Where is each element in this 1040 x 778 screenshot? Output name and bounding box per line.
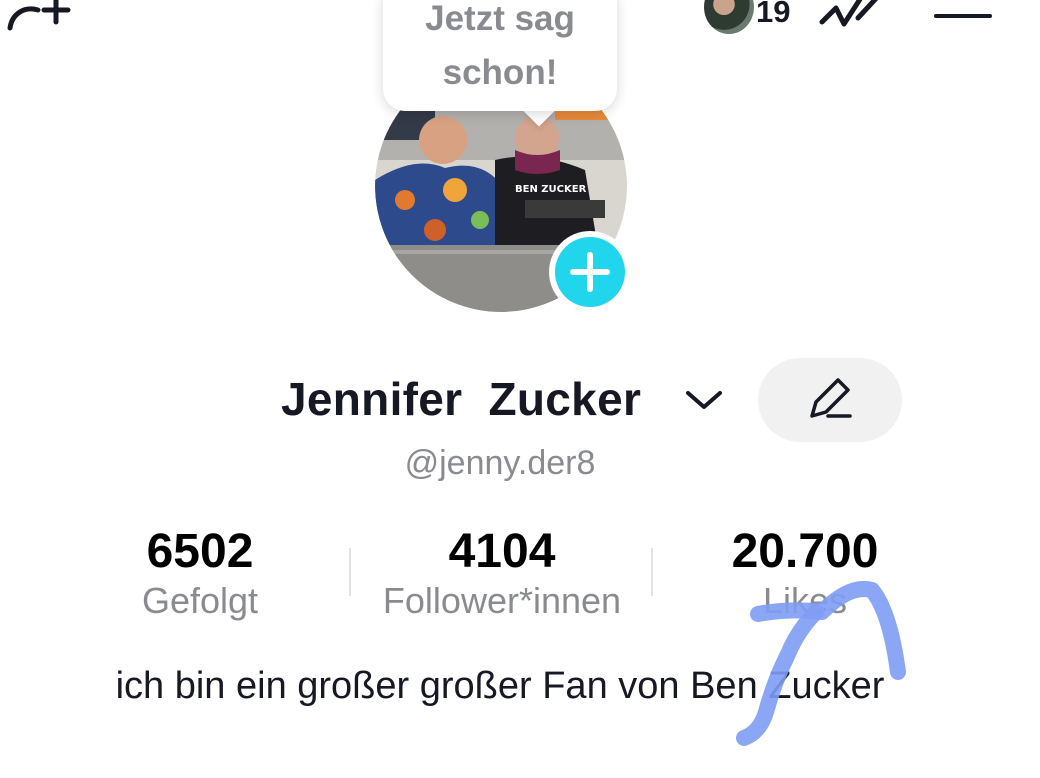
followers-label[interactable]: Follower*innen xyxy=(352,580,652,622)
profile-bio: ich bin ein großer großer Fan von Ben Zu… xyxy=(115,665,885,707)
likes-count[interactable]: 20.700 xyxy=(680,524,930,579)
plus-icon xyxy=(555,237,625,307)
username-handle: @jenny.der8 xyxy=(404,444,596,482)
add-story-button[interactable] xyxy=(549,231,631,313)
stat-divider xyxy=(651,548,653,596)
svg-text:BEN ZUCKER: BEN ZUCKER xyxy=(515,184,587,195)
tooltip-bubble: Jetzt sag schon! xyxy=(383,0,617,111)
tooltip-text: Jetzt sag schon! xyxy=(425,0,575,92)
avatar[interactable] xyxy=(704,0,754,34)
notification-count: 19 xyxy=(756,0,791,29)
following-label[interactable]: Gefolgt xyxy=(100,580,300,622)
stat-divider xyxy=(349,548,351,596)
likes-label[interactable]: Likes xyxy=(680,580,930,622)
hamburger-menu-icon[interactable] xyxy=(934,0,992,26)
chevron-down-icon[interactable] xyxy=(684,383,724,417)
following-count[interactable]: 6502 xyxy=(100,524,300,579)
followers-count[interactable]: 4104 xyxy=(352,524,652,579)
person-add-icon[interactable] xyxy=(4,0,74,32)
display-name[interactable]: Jennifer Zucker xyxy=(281,372,641,426)
activity-icon[interactable] xyxy=(818,0,890,32)
edit-profile-button[interactable] xyxy=(758,358,902,442)
pencil-icon xyxy=(810,378,852,418)
